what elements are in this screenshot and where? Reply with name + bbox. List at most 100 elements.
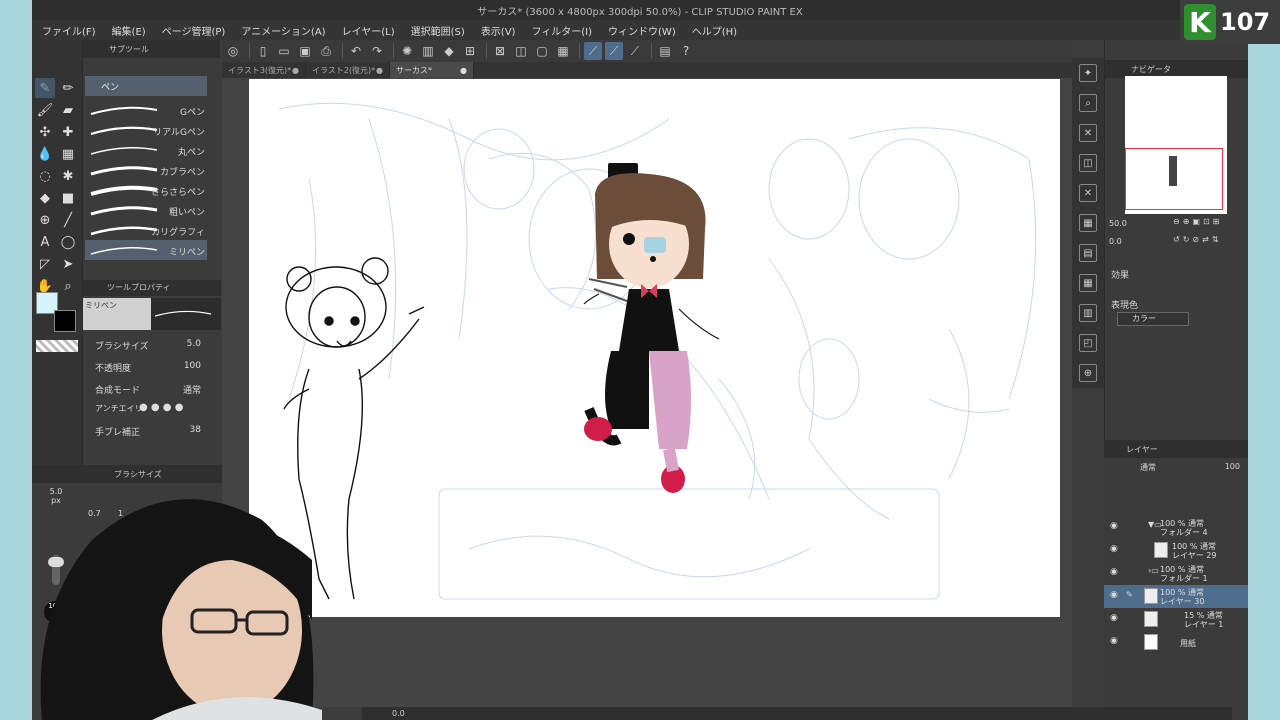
eraser-tool-icon[interactable]: ▰	[58, 100, 78, 120]
undo-icon[interactable]: ↶	[347, 42, 365, 60]
eye-icon[interactable]: ◉	[1110, 567, 1120, 577]
layer-row[interactable]: ◉ ▼▭ 100 % 通常 フォルダー 4	[1104, 516, 1248, 539]
menu-view[interactable]: 表示(V)	[481, 23, 516, 38]
shrink-selection-icon[interactable]: ▦	[554, 42, 572, 60]
invert-selection-icon[interactable]: ◫	[512, 42, 530, 60]
opacity-row[interactable]: 不透明度 100	[95, 358, 215, 376]
antialias-options[interactable]: ● ● ● ●	[139, 402, 183, 413]
close-icon[interactable]: ●	[460, 66, 467, 75]
figure-icon[interactable]: ⊕	[1079, 364, 1097, 382]
fill-tool-icon[interactable]: ◆	[35, 188, 55, 208]
navigator-thumbnail[interactable]	[1125, 76, 1227, 214]
snap-special-ruler-icon[interactable]: ⟋	[605, 42, 623, 60]
line-tool-icon[interactable]: ╱	[58, 210, 78, 230]
close-icon[interactable]: ●	[376, 66, 383, 75]
material-icon[interactable]: ✦	[1079, 64, 1097, 82]
camera-icon[interactable]: ◫	[1079, 154, 1097, 172]
help-icon[interactable]: ?	[677, 42, 695, 60]
brush-calligraphy[interactable]: カリグラフィ	[85, 220, 207, 240]
zoom-controls[interactable]: ⊖⊕▣⊡⊞	[1173, 217, 1222, 226]
redo-icon[interactable]: ↷	[368, 42, 386, 60]
menu-window[interactable]: ウィンドウ(W)	[608, 23, 676, 38]
menu-file[interactable]: ファイル(F)	[42, 23, 96, 38]
menu-filter[interactable]: フィルター(I)	[531, 23, 592, 38]
stabilize-row[interactable]: 手ブレ補正 38	[95, 422, 215, 440]
lasso-tool-icon[interactable]: ◌	[35, 166, 55, 186]
fill-icon[interactable]: ◆	[440, 42, 458, 60]
move-tool-icon[interactable]: ✚	[58, 122, 78, 142]
subtool-group-tab[interactable]: ペン	[85, 76, 207, 96]
sub-color-swatch[interactable]	[54, 310, 76, 332]
eye-icon[interactable]: ◉	[1110, 613, 1120, 623]
eye-icon[interactable]: ◉	[1110, 636, 1120, 646]
rotation-controls[interactable]: ↺↻⊘⇄⇅	[1173, 235, 1222, 244]
delete-icon[interactable]: ✕	[1079, 184, 1097, 202]
blend-tool-icon[interactable]: 💧	[35, 144, 55, 164]
drawing-canvas[interactable]	[249, 79, 1060, 617]
blend-mode-row[interactable]: 合成モード 通常	[95, 380, 215, 398]
frame-tool-icon[interactable]: ◸	[35, 254, 55, 274]
layer-opacity[interactable]: 100	[1225, 462, 1240, 471]
brush-size-row[interactable]: ブラシサイズ 5.0	[95, 336, 215, 354]
brush-real-g-pen[interactable]: リアルGペン	[85, 120, 207, 140]
menu-animation[interactable]: アニメーション(A)	[241, 23, 325, 38]
layer-row[interactable]: ◉ 100 % 通常 レイヤー 29	[1104, 539, 1248, 562]
eye-icon[interactable]: ◉	[1110, 544, 1120, 554]
tab-illust3[interactable]: イラスト3(復元)* ●	[222, 62, 306, 78]
antialias-row[interactable]: アンチエイリ ● ● ● ●	[95, 400, 215, 418]
close-icon[interactable]: ●	[292, 66, 299, 75]
save-icon[interactable]: ▣	[296, 42, 314, 60]
expression-color-select[interactable]: カラー	[1117, 312, 1189, 326]
clip-studio-icon[interactable]: ◎	[224, 42, 242, 60]
decoration-tool-icon[interactable]: ✣	[35, 122, 55, 142]
snap-grid-icon[interactable]: ⟋	[626, 42, 644, 60]
pencil-tool-icon[interactable]: ✏	[58, 78, 78, 98]
deselect-icon[interactable]: ⊠	[491, 42, 509, 60]
open-file-icon[interactable]: ▭	[275, 42, 293, 60]
layer-row[interactable]: ◉ ›▭ 100 % 通常 フォルダー 1	[1104, 562, 1248, 585]
layer-blend-mode[interactable]: 通常	[1140, 463, 1156, 472]
brush-rough-pen[interactable]: 粗いペン	[85, 200, 207, 220]
brush-tool-icon[interactable]: 🖌	[35, 100, 55, 120]
expand-selection-icon[interactable]: ▢	[533, 42, 551, 60]
info-icon[interactable]: ◰	[1079, 334, 1097, 352]
search-icon[interactable]: ⌕	[1079, 94, 1097, 112]
grid-tool-icon[interactable]: ▦	[58, 144, 78, 164]
history-icon[interactable]: ▦	[1079, 274, 1097, 292]
menu-layer[interactable]: レイヤー(L)	[342, 23, 395, 38]
menu-page[interactable]: ページ管理(P)	[162, 23, 226, 38]
tab-circus[interactable]: サーカス* ●	[390, 62, 474, 78]
menu-selection[interactable]: 選択範囲(S)	[411, 23, 465, 38]
snap-ruler-icon[interactable]: ⟋	[584, 42, 602, 60]
magic-wand-icon[interactable]: ✱	[58, 166, 78, 186]
object-tool-icon[interactable]: ➤	[58, 254, 78, 274]
brush-sarasara-pen[interactable]: さらさらペン	[85, 180, 207, 200]
zoom-value[interactable]: 50.0	[1109, 219, 1127, 228]
eyedropper-tool-icon[interactable]: ⌕	[58, 276, 78, 296]
tab-illust2[interactable]: イラスト2(復元)* ●	[306, 62, 390, 78]
rotation-value[interactable]: 0.0	[1109, 237, 1122, 246]
transform-icon[interactable]: ⊞	[461, 42, 479, 60]
new-file-icon[interactable]: ▯	[254, 42, 272, 60]
loading-icon[interactable]: ✺	[398, 42, 416, 60]
brush-round-pen[interactable]: 丸ペン	[85, 140, 207, 160]
settings-icon[interactable]: ▤	[656, 42, 674, 60]
pattern-icon[interactable]: ▦	[1079, 214, 1097, 232]
layer-property-icon[interactable]: ▤	[1079, 244, 1097, 262]
eye-icon[interactable]: ◉	[1110, 590, 1120, 600]
transparent-color-swatch[interactable]	[36, 340, 78, 352]
menu-help[interactable]: ヘルプ(H)	[692, 23, 737, 38]
clear-icon[interactable]: ▥	[419, 42, 437, 60]
menu-edit[interactable]: 編集(E)	[112, 23, 146, 38]
brush-g-pen[interactable]: Gペン	[85, 100, 207, 120]
layer-row[interactable]: ◉ 15 % 通常 レイヤー 1	[1104, 608, 1248, 631]
eye-icon[interactable]: ◉	[1110, 521, 1120, 531]
close-panel-icon[interactable]: ✕	[1079, 124, 1097, 142]
print-icon[interactable]: ⎙	[317, 42, 335, 60]
text-tool-icon[interactable]: A	[35, 232, 55, 252]
figure-tool-icon[interactable]: ⊕	[35, 210, 55, 230]
document-icon[interactable]: ▥	[1079, 304, 1097, 322]
layer-row[interactable]: ◉ 用紙	[1104, 631, 1248, 654]
layer-row-selected[interactable]: ◉ ✎ 100 % 通常 レイヤー 30	[1104, 585, 1248, 608]
gradient-tool-icon[interactable]: ■	[58, 188, 78, 208]
